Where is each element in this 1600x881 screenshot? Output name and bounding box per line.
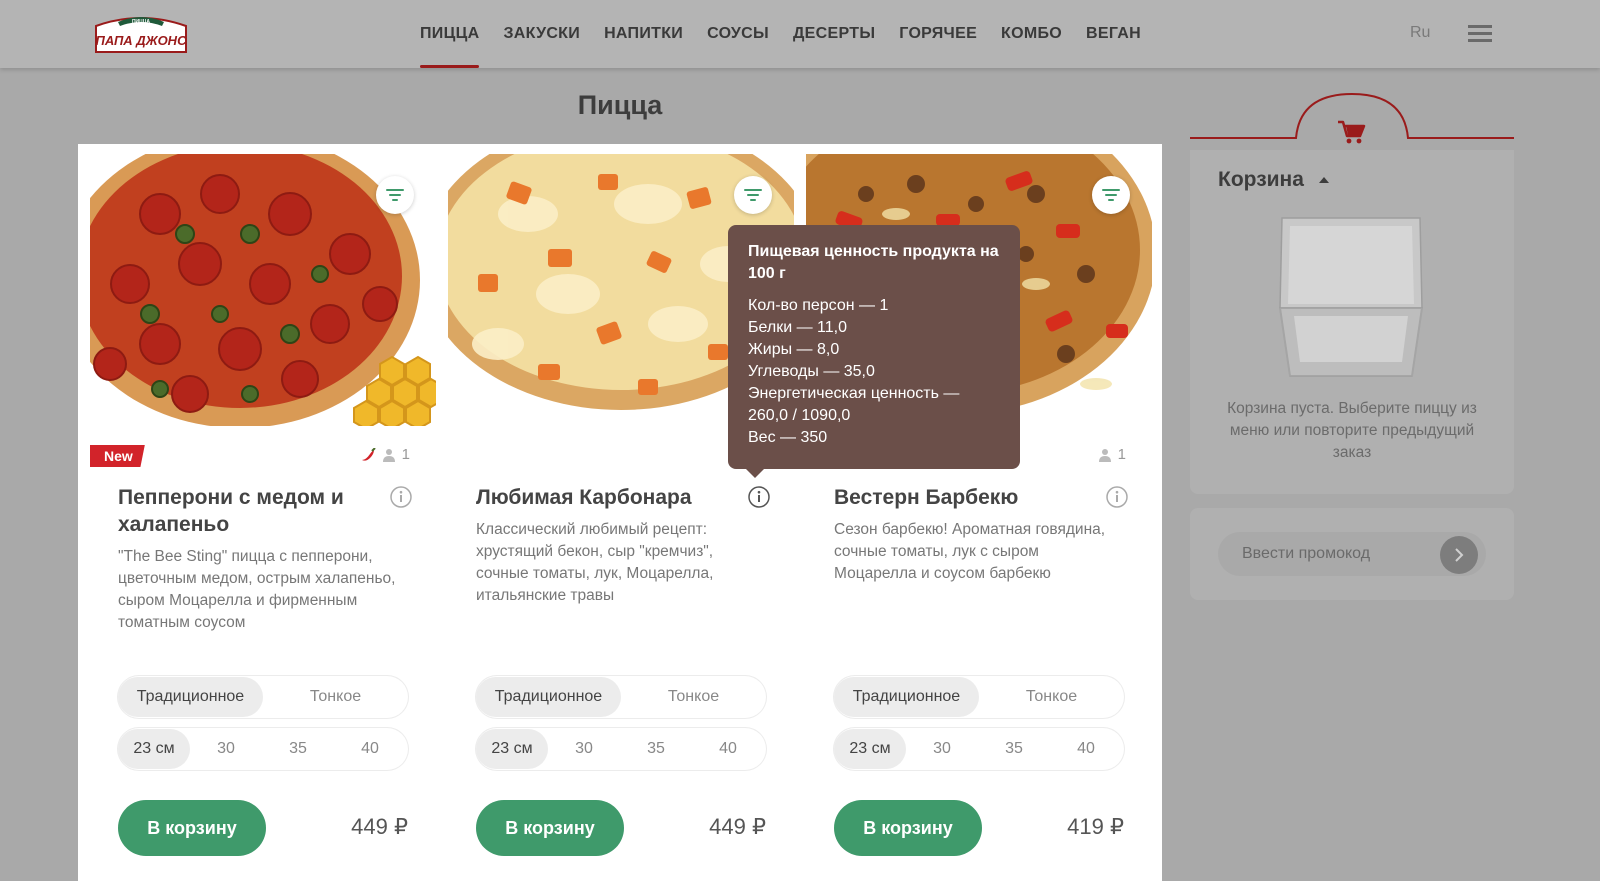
persons-count: 1 (401, 446, 410, 463)
new-badge: New (90, 445, 145, 467)
dough-selector: Традиционное Тонкое (476, 676, 766, 718)
chevron-right-icon[interactable] (1440, 536, 1478, 574)
nutrition-tooltip: Пищевая ценность продукта на 100 г Кол-в… (728, 225, 1020, 478)
dough-option[interactable]: Традиционное (834, 677, 979, 717)
tooltip-line: Жиры — 8,0 (748, 341, 840, 358)
nav-item[interactable]: СОУСЫ (695, 0, 781, 68)
product-price: 449 ₽ (709, 814, 766, 839)
svg-text:ПИЦЦА: ПИЦЦА (132, 19, 150, 25)
papa-johns-logo[interactable]: ПИЦЦА ПАПА ДЖОНС (92, 12, 190, 56)
svg-text:ПАПА ДЖОНС: ПАПА ДЖОНС (96, 33, 188, 48)
tooltip-line: Кол-во персон — 1 (748, 297, 889, 314)
chevron-up-icon[interactable] (1318, 176, 1330, 184)
nav-item[interactable]: ДЕСЕРТЫ (781, 0, 887, 68)
nav-item[interactable]: ЗАКУСКИ (491, 0, 592, 68)
size-option[interactable]: 40 (1050, 729, 1122, 769)
nav-item[interactable]: ПИЦЦА (408, 0, 491, 68)
size-option[interactable]: 30 (190, 729, 262, 769)
size-option[interactable]: 23 см (476, 729, 548, 769)
product-card: New 1 Пепперони с медом и халапеньо "The… (90, 154, 436, 881)
tooltip-line: Белки — 11,0 (748, 319, 847, 336)
filter-icon[interactable] (734, 176, 772, 214)
chili-icon (361, 447, 376, 461)
size-option[interactable]: 40 (334, 729, 406, 769)
size-selector: 23 см 30 35 40 (476, 728, 766, 770)
tooltip-line: Энергетическая ценность — 260,0 / 1090,0 (748, 385, 960, 424)
cart-empty-text: Корзина пуста. Выберите пиццу из меню ил… (1227, 400, 1477, 461)
dough-selector: Традиционное Тонкое (834, 676, 1124, 718)
size-selector: 23 см 30 35 40 (118, 728, 408, 770)
product-price: 419 ₽ (1067, 814, 1124, 839)
pizza-image-pepperoni[interactable] (90, 154, 436, 426)
person-icon (1098, 448, 1111, 462)
product-meta: 1 (360, 446, 410, 463)
product-price: 449 ₽ (351, 814, 408, 839)
size-option[interactable]: 23 см (834, 729, 906, 769)
dough-option[interactable]: Тонкое (979, 677, 1124, 717)
size-option[interactable]: 35 (262, 729, 334, 769)
dough-option[interactable]: Тонкое (263, 677, 408, 717)
filter-icon[interactable] (1092, 176, 1130, 214)
cart-title-label: Корзина (1218, 168, 1304, 191)
product-description: Классический любимый рецепт: хрустящий б… (476, 521, 714, 604)
language-switch[interactable]: Ru (1410, 24, 1430, 42)
cart-icon (1338, 120, 1366, 144)
size-option[interactable]: 23 см (118, 729, 190, 769)
persons-count: 1 (1117, 446, 1126, 463)
nav-item[interactable]: ГОРЯЧЕЕ (887, 0, 989, 68)
product-name: Вестерн Барбекю (834, 486, 1019, 509)
size-selector: 23 см 30 35 40 (834, 728, 1124, 770)
filter-icon[interactable] (376, 176, 414, 214)
product-description: Сезон барбекю! Ароматная говядина, сочны… (834, 521, 1106, 582)
dough-selector: Традиционное Тонкое (118, 676, 408, 718)
info-icon[interactable] (748, 486, 770, 508)
size-option[interactable]: 35 (620, 729, 692, 769)
add-to-cart-button[interactable]: В корзину (834, 800, 982, 856)
info-icon[interactable] (1106, 486, 1128, 508)
nav-item[interactable]: ВЕГАН (1074, 0, 1153, 68)
dough-option[interactable]: Тонкое (621, 677, 766, 717)
nav-item[interactable]: НАПИТКИ (592, 0, 695, 68)
info-icon[interactable] (390, 486, 412, 508)
tooltip-line: Углеводы — 35,0 (748, 363, 875, 380)
cart-header-arc (1190, 92, 1514, 144)
empty-box-image (1279, 217, 1423, 377)
cart-title[interactable]: Корзина (1218, 168, 1330, 192)
tooltip-line: Вес — 350 (748, 429, 828, 446)
size-option[interactable]: 30 (548, 729, 620, 769)
dough-option[interactable]: Традиционное (476, 677, 621, 717)
product-name: Любимая Карбонара (476, 486, 692, 509)
page-title: Пицца (577, 90, 663, 120)
header: ПИЦЦА ПАПА ДЖОНС ПИЦЦА ЗАКУСКИ НАПИТКИ СОУС… (0, 0, 1600, 68)
product-description: "The Bee Sting" пицца с пепперони, цвето… (118, 548, 396, 631)
cart-panel: Корзина Корзина пуста. Выберите пиццу из… (1190, 150, 1514, 494)
size-option[interactable]: 30 (906, 729, 978, 769)
person-icon (382, 448, 395, 462)
dough-option[interactable]: Традиционное (118, 677, 263, 717)
add-to-cart-button[interactable]: В корзину (118, 800, 266, 856)
menu-icon[interactable] (1468, 25, 1492, 43)
promo-panel (1190, 508, 1514, 600)
size-option[interactable]: 35 (978, 729, 1050, 769)
main-nav: ПИЦЦА ЗАКУСКИ НАПИТКИ СОУСЫ ДЕСЕРТЫ ГОРЯЧЕЕ КО… (408, 0, 1153, 68)
product-name: Пепперони с медом и халапеньо (118, 486, 344, 536)
nav-item[interactable]: КОМБО (989, 0, 1074, 68)
size-option[interactable]: 40 (692, 729, 764, 769)
product-meta: 1 (1098, 446, 1126, 463)
tooltip-title: Пищевая ценность продукта на 100 г (748, 243, 999, 282)
add-to-cart-button[interactable]: В корзину (476, 800, 624, 856)
